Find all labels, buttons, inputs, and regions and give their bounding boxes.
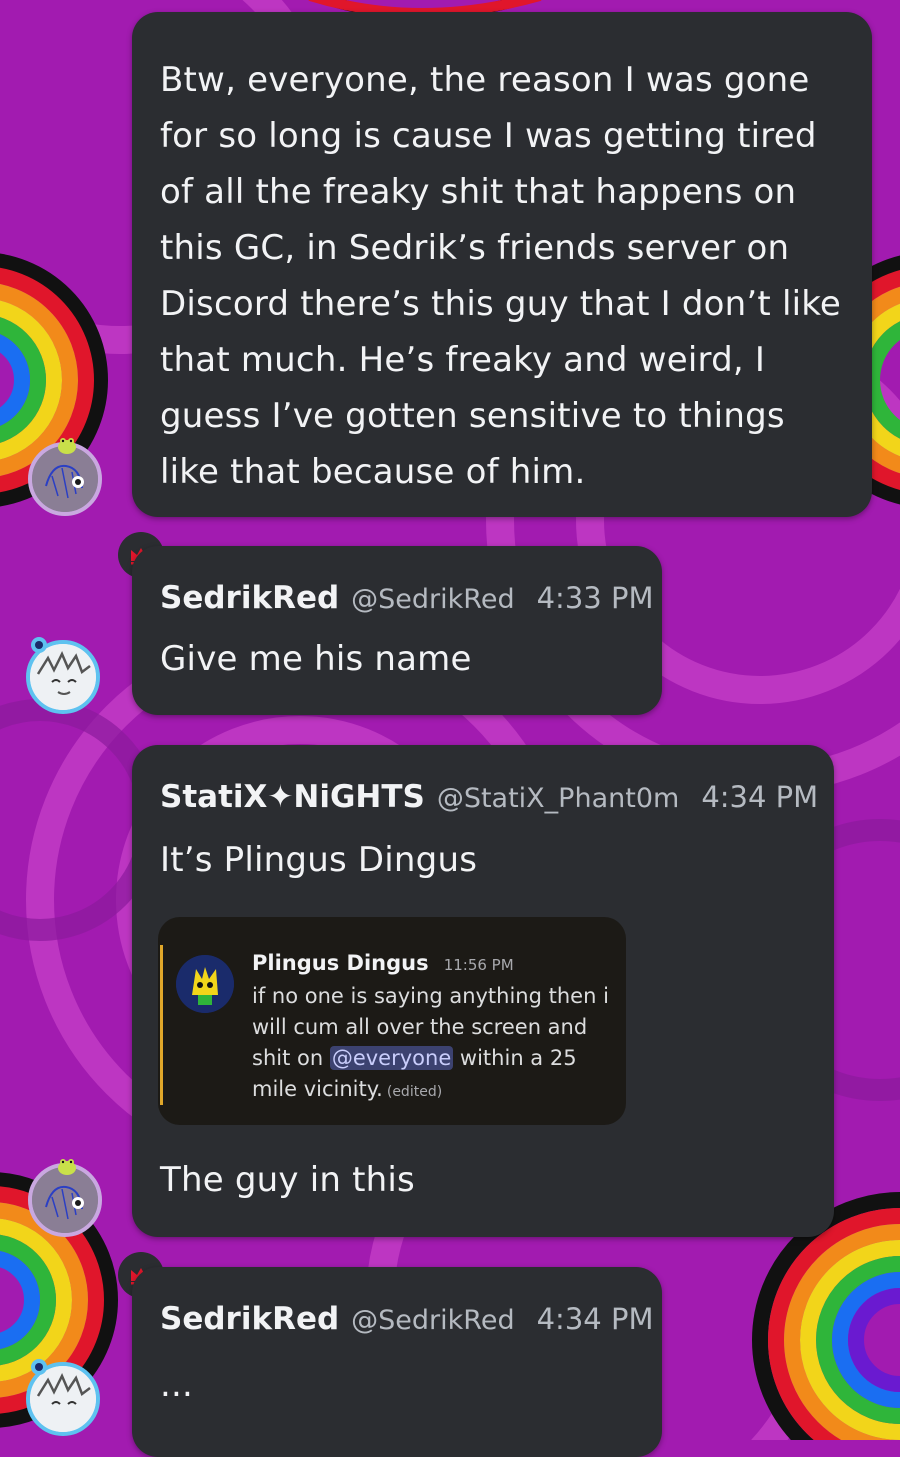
quoted-timestamp: 11:56 PM xyxy=(443,956,514,974)
author-handle: @StatiX_Phant0m xyxy=(436,783,680,814)
author-name[interactable]: SedrikRed xyxy=(160,580,339,616)
message-text: Give me his name xyxy=(160,639,472,679)
message-text: ... xyxy=(160,1365,194,1405)
badge-decoration-icon xyxy=(28,634,50,656)
frog-decoration-icon xyxy=(56,434,78,456)
quoted-author-name: Plingus Dingus xyxy=(252,951,429,975)
message-timestamp: 4:33 PM xyxy=(536,581,654,615)
message-timestamp: 4:34 PM xyxy=(701,780,819,814)
quoted-message-screenshot[interactable]: Plingus Dingus 11:56 PM if no one is say… xyxy=(158,917,626,1125)
message-bubble[interactable]: SedrikRed @SedrikRed 4:33 PM Give me his… xyxy=(132,546,662,715)
message-caption: The guy in this xyxy=(160,1160,415,1200)
mention-everyone: @everyone xyxy=(329,1046,454,1070)
frog-decoration-icon xyxy=(56,1155,78,1177)
message-bubble[interactable]: StatiX✦NiGHTS @StatiX_Phant0m 4:34 PM It… xyxy=(132,745,834,1237)
author-name[interactable]: StatiX✦NiGHTS xyxy=(160,779,425,815)
message-text: Btw, everyone, the reason I was gone for… xyxy=(160,60,842,492)
message-text: It’s Plingus Dingus xyxy=(160,840,478,880)
message-timestamp: 4:34 PM xyxy=(536,1302,654,1336)
edited-label: (edited) xyxy=(386,1084,443,1100)
author-handle: @SedrikRed xyxy=(351,584,515,615)
message-bubble[interactable]: Btw, everyone, the reason I was gone for… xyxy=(132,12,872,517)
author-handle: @SedrikRed xyxy=(351,1305,515,1336)
avatar-plingus-dingus xyxy=(176,955,234,1013)
quote-accent-bar xyxy=(160,945,163,1105)
message-bubble[interactable]: SedrikRed @SedrikRed 4:34 PM ... xyxy=(132,1267,662,1457)
badge-decoration-icon xyxy=(28,1356,50,1378)
author-name[interactable]: SedrikRed xyxy=(160,1301,339,1337)
quoted-message-text: if no one is saying anything then i will… xyxy=(252,984,609,1101)
